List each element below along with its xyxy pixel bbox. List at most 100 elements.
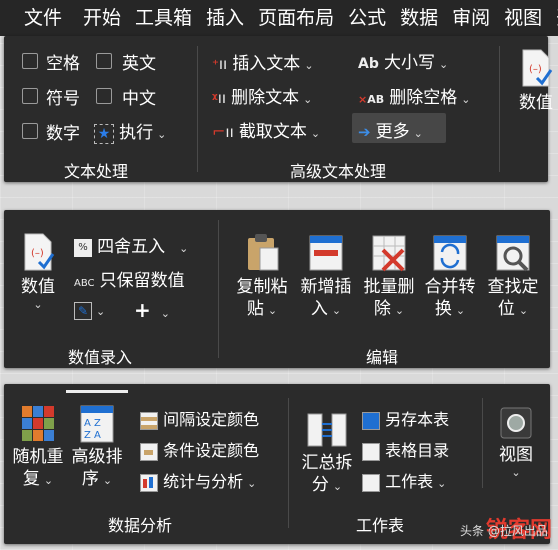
chevron-down-icon: ⌄ <box>511 466 521 479</box>
watermark-sub: 头条 @拉风出品 <box>460 524 548 538</box>
summarize-icon <box>307 413 347 447</box>
merge-convert-button[interactable]: 合并转 换 ⌄ <box>420 232 480 322</box>
round-button[interactable]: % 四舍五入 ⌄ <box>74 232 188 257</box>
chevron-down-icon: ⌄ <box>518 304 529 317</box>
chevron-down-icon: ⌄ <box>43 474 54 487</box>
add-button[interactable]: + ⌄ <box>134 298 170 322</box>
remove-spaces-button[interactable]: ×AB 删除空格 ⌄ <box>358 83 470 108</box>
summarize-split-button[interactable]: 汇总拆 分 ⌄ <box>298 410 356 498</box>
insert-row-icon <box>309 235 343 271</box>
advanced-sort-label-2: 序 <box>81 469 99 489</box>
sheet-toc-button[interactable]: 表格目录 <box>362 437 449 461</box>
checkbox-symbol[interactable] <box>22 88 38 104</box>
keep-values-button[interactable]: ABC 只保留数值 <box>74 266 185 291</box>
numeric-entry-button[interactable]: (–) 数值 ⌄ <box>14 232 62 312</box>
menu-toolbox[interactable]: 工具箱 <box>128 0 199 36</box>
group-label-worksheet: 工作表 <box>356 516 405 535</box>
condition-color-label: 条件设定颜色 <box>163 441 260 460</box>
execute-icon: ★ <box>94 123 114 144</box>
abc-icon: ABC <box>74 278 95 289</box>
svg-text:Z A: Z A <box>84 430 101 441</box>
summarize-label-2: 分 <box>311 475 329 495</box>
batch-delete-label-1: 批量删 <box>363 277 415 297</box>
menu-view[interactable]: 视图 <box>497 0 549 36</box>
save-icon <box>362 411 380 430</box>
copy-paste-button[interactable]: 复制粘 贴 ⌄ <box>232 232 292 322</box>
worksheet-button[interactable]: 工作表 ⌄ <box>362 468 446 492</box>
extract-text-icon: ⌐ <box>212 122 226 141</box>
numeric-button-top[interactable]: (–) 数值 <box>512 48 558 114</box>
separator <box>288 398 289 528</box>
checkbox-number-label: 数字 <box>46 124 80 144</box>
menu-formula[interactable]: 公式 <box>341 0 393 36</box>
save-as-sheet-button[interactable]: 另存本表 <box>362 406 449 430</box>
chevron-down-icon: ⌄ <box>247 477 257 490</box>
ribbon-panel-analysis: 随机重 复 ⌄ A Z Z A 高级排 序 ⌄ 间隔设定颜色 条件设定颜色 统计与分… <box>4 384 550 544</box>
group-label-edit: 编辑 <box>366 348 399 367</box>
menu-data[interactable]: 数据 <box>393 0 445 36</box>
case-button[interactable]: Ab 大小写 ⌄ <box>358 48 448 73</box>
view-button[interactable]: 视图 ⌄ <box>490 406 542 480</box>
chevron-down-icon: ⌄ <box>33 298 43 311</box>
chevron-down-icon: ⌄ <box>303 93 313 106</box>
view-icon <box>500 407 532 439</box>
menu-file[interactable]: 文件 <box>0 0 76 36</box>
random-repeat-button[interactable]: 随机重 复 ⌄ <box>10 404 66 492</box>
clipboard-icon <box>248 234 279 271</box>
checkbox-english-label: 英文 <box>122 54 156 74</box>
chevron-down-icon: ⌄ <box>310 127 321 140</box>
menu-insert[interactable]: 插入 <box>199 0 251 36</box>
find-locate-button[interactable]: 查找定 位 ⌄ <box>482 232 544 322</box>
worksheet-icon <box>362 473 380 492</box>
checkbox-chinese[interactable] <box>96 88 112 104</box>
numeric-document-icon: (–) <box>24 233 55 271</box>
find-label-2: 位 <box>497 299 515 319</box>
advanced-sort-button[interactable]: A Z Z A 高级排 序 ⌄ <box>68 404 126 492</box>
interval-color-button[interactable]: 间隔设定颜色 <box>140 406 259 430</box>
execute-button[interactable]: ★ 执行 ⌄ <box>94 118 166 144</box>
remove-spaces-icon: ×AB <box>358 93 385 106</box>
delete-text-button[interactable]: ᵡıı 删除文本 ⌄ <box>212 83 312 108</box>
interval-color-label: 间隔设定颜色 <box>163 410 260 429</box>
menu-bar: 文件 开始 工具箱 插入 页面布局 公式 数据 审阅 视图 开 <box>0 0 558 36</box>
stats-analysis-button[interactable]: 统计与分析 ⌄ <box>140 468 256 492</box>
menu-review[interactable]: 审阅 <box>445 0 497 36</box>
merge-icon <box>433 235 467 271</box>
insert-text-button[interactable]: ⁺ıı 插入文本 ⌄ <box>212 49 314 74</box>
worksheet-label: 工作表 <box>385 472 434 491</box>
batch-delete-label-2: 除 <box>373 299 391 319</box>
checkbox-number[interactable] <box>22 123 38 139</box>
ribbon-panel-text: 空格 英文 符号 中文 数字 ★ 执行 ⌄ 文本处理 ⁺ıı 插入文本 ⌄ ᵡıı … <box>4 36 553 182</box>
round-label: 四舍五入 <box>97 237 166 257</box>
chevron-down-icon: ⌄ <box>160 307 170 320</box>
menu-home[interactable]: 开始 <box>76 0 128 36</box>
save-as-label: 另存本表 <box>385 410 450 429</box>
numeric-document-icon: (–) <box>522 49 553 87</box>
extract-text-button[interactable]: ⌐ıı 截取文本 ⌄ <box>212 117 320 142</box>
checkbox-symbol-label: 符号 <box>46 89 80 109</box>
entry-tool-button[interactable]: ✎ ⌄ <box>74 300 105 320</box>
group-label-text: 文本处理 <box>64 162 129 181</box>
chevron-down-icon: ⌄ <box>455 304 466 317</box>
keep-values-label: 只保留数值 <box>99 271 185 291</box>
add-insert-button[interactable]: 新增插 入 ⌄ <box>296 232 356 322</box>
chevron-down-icon: ⌄ <box>394 304 405 317</box>
chevron-down-icon: ⌄ <box>304 59 314 72</box>
case-label: 大小写 <box>383 53 435 73</box>
separator <box>197 46 198 172</box>
summarize-label-1: 汇总拆 <box>301 453 353 473</box>
numeric-label: 数值 <box>21 277 55 297</box>
view-label: 视图 <box>499 445 533 465</box>
batch-delete-button[interactable]: 批量删 除 ⌄ <box>359 232 419 322</box>
checkbox-english[interactable] <box>96 53 112 69</box>
merge-label-2: 换 <box>434 299 452 319</box>
checkbox-space[interactable] <box>22 53 38 69</box>
advanced-sort-label-1: 高级排 <box>71 447 123 467</box>
more-button[interactable]: ➔ 更多 ⌄ <box>358 117 423 142</box>
separator <box>218 220 219 358</box>
menu-developer[interactable]: 开 <box>549 0 558 36</box>
separator <box>482 398 483 488</box>
menu-page-layout[interactable]: 页面布局 <box>251 0 341 36</box>
condition-color-button[interactable]: 条件设定颜色 <box>140 437 259 461</box>
chevron-down-icon: ⌄ <box>461 93 471 106</box>
